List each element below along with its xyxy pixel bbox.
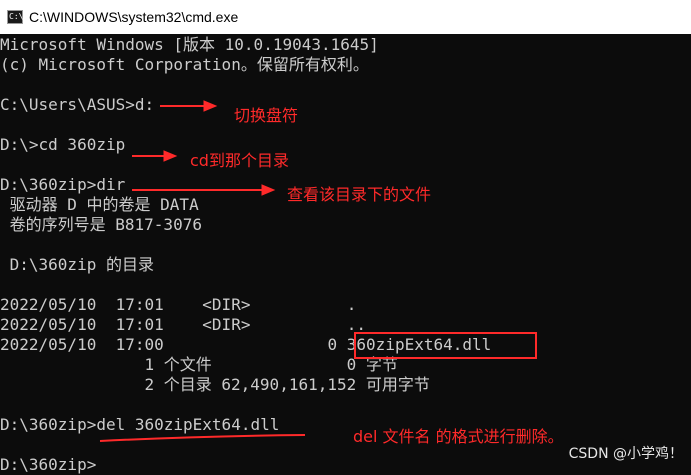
console-line: C:\Users\ASUS>d: <box>0 95 155 114</box>
annotation-switch-drive: 切换盘符 <box>234 106 299 125</box>
annotation-view-files: 查看该目录下的文件 <box>287 185 432 204</box>
console-line: 卷的序列号是 B817-3076 <box>0 215 202 234</box>
console-line: 1 个文件 0 字节 <box>0 355 398 374</box>
console-line: D:\360zip> <box>0 455 97 474</box>
console-line: D:\360zip>del 360zipExt64.dll <box>0 415 280 434</box>
window-title: C:\WINDOWS\system32\cmd.exe <box>29 9 239 25</box>
annotation-del-format: del 文件名 的格式进行删除。 <box>353 427 564 446</box>
console-line: D:\360zip 的目录 <box>0 255 154 274</box>
console-output[interactable]: Microsoft Windows [版本 10.0.19043.1645] (… <box>0 34 691 474</box>
console-line: (c) Microsoft Corporation。保留所有权利。 <box>0 55 369 74</box>
annotation-cd-dir: cd到那个目录 <box>190 151 289 170</box>
console-line: 2022/05/10 17:01 <DIR> . <box>0 295 357 314</box>
console-line: 2022/05/10 17:00 0 360zipExt64.dll <box>0 335 492 354</box>
watermark: CSDN @小学鸡！ <box>568 446 683 462</box>
console-line: D:\>cd 360zip <box>0 135 126 154</box>
title-bar: C:\ C:\WINDOWS\system32\cmd.exe <box>0 0 691 34</box>
cmd-icon: C:\ <box>7 10 23 24</box>
console-line: 2 个目录 62,490,161,152 可用字节 <box>0 375 430 394</box>
console-line: 驱动器 D 中的卷是 DATA <box>0 195 199 214</box>
console-line: Microsoft Windows [版本 10.0.19043.1645] <box>0 35 379 54</box>
console-line: 2022/05/10 17:01 <DIR> .. <box>0 315 367 334</box>
console-line: D:\360zip>dir <box>0 175 126 194</box>
